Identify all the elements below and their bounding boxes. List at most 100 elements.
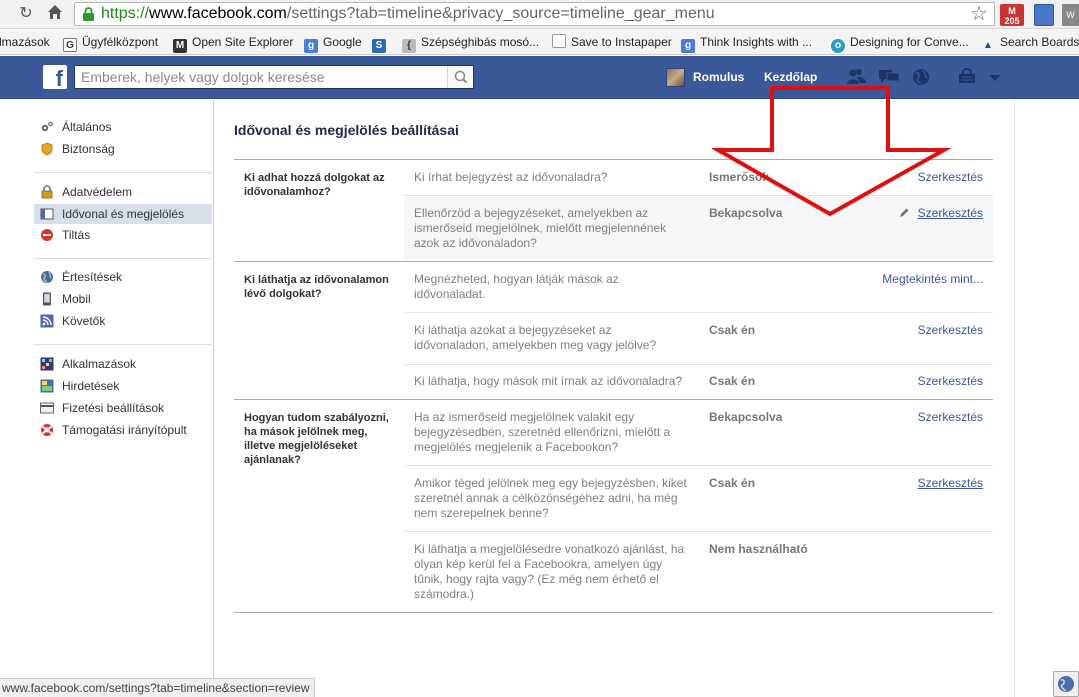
setting-question: Ki láthatja a megjelölésedre vonatkozó a… (414, 542, 685, 601)
lifebuoy-icon (41, 424, 53, 436)
divider (404, 465, 993, 466)
bookmark-star-icon[interactable]: ☆ (970, 1, 988, 26)
sidebar-item-followers[interactable]: Követők (34, 311, 212, 331)
ads-icon (40, 379, 54, 393)
edit-link[interactable]: Szerkesztés (918, 323, 983, 338)
home-icon[interactable] (45, 4, 65, 24)
view-as-link[interactable]: Megtekintés mint... (882, 272, 983, 287)
sidebar-item-label: Fizetési beállítások (62, 401, 165, 415)
sidebar-item-label: Általános (62, 120, 112, 134)
sidebar-item-label: Idővonal és megjelölés (62, 207, 185, 221)
sidebar-item-support-dashboard[interactable]: Támogatási irányítópult (34, 420, 212, 440)
edit-link[interactable]: Szerkesztés (918, 476, 983, 491)
sidebar-item-label: Támogatási irányítópult (62, 423, 187, 437)
search-input[interactable] (75, 66, 445, 88)
url-host: www.facebook.com (149, 5, 287, 22)
messages-icon[interactable] (878, 67, 900, 87)
address-bar[interactable]: https://www.facebook.com/settings?tab=ti… (74, 2, 995, 26)
divider (404, 195, 993, 196)
home-link[interactable]: Kezdőlap (764, 68, 817, 87)
url-path: /settings?tab=timeline&privacy_source=ti… (286, 5, 715, 22)
lock-icon (41, 185, 53, 199)
profile-link[interactable]: Romulus (693, 68, 744, 87)
setting-question: Ki láthatja, hogy mások mit írnak az idő… (414, 374, 683, 388)
edit-link[interactable]: Szerkesztés (918, 206, 983, 221)
setting-question: Ha az ismerőseid megjelölnek valakit egy… (414, 410, 671, 454)
bookmark-item[interactable]: lmazások (0, 33, 50, 51)
bookmark-favicon-icon: { (402, 39, 416, 53)
edit-link[interactable]: Szerkesztés (918, 374, 983, 389)
sidebar-item-apps[interactable]: Alkalmazások (34, 354, 212, 374)
bookmark-item[interactable]: {Szépséghibás mosó... (402, 33, 539, 53)
section-label: Hogyan tudom szabályozni, ha mások jelöl… (244, 412, 389, 466)
bookmarks-bar: lmazások G Ügyfélközpont M Open Site Explo… (0, 29, 1079, 55)
browser-toolbar: ↻ https://www.facebook.com/settings?tab=… (0, 0, 1079, 29)
divider (34, 172, 212, 173)
gears-icon (41, 121, 53, 132)
rss-icon (40, 314, 54, 328)
bookmark-item[interactable]: G Ügyfélközpont (63, 33, 158, 52)
sidebar-item-label: Biztonság (62, 142, 115, 156)
reload-icon[interactable]: ↻ (16, 4, 36, 24)
sidebar-item-blocking[interactable]: Tiltás (34, 225, 212, 245)
notifications-globe-icon[interactable] (910, 67, 932, 87)
extension-w-icon[interactable]: W (1062, 4, 1079, 26)
sidebar-item-label: Mobil (62, 292, 91, 306)
g-icon: G (63, 38, 77, 52)
friend-requests-icon[interactable] (845, 67, 867, 87)
edit-link[interactable]: Szerkesztés (918, 410, 983, 425)
page-icon (552, 34, 566, 48)
setting-value: Bekapcsolva (709, 206, 783, 220)
setting-value: Nem használható (709, 542, 808, 556)
chat-globe-icon[interactable] (1053, 671, 1079, 697)
setting-question: Megnézheted, hogyan látják mások az időv… (414, 272, 619, 301)
search-button[interactable] (447, 66, 473, 88)
gmail-count: 205 (1004, 16, 1020, 26)
divider (404, 531, 993, 532)
bookmark-item[interactable]: Save to Instapaper (552, 33, 672, 51)
divider (404, 312, 993, 313)
sidebar-item-general[interactable]: Általános (34, 117, 212, 137)
sidebar-item-ads[interactable]: Hirdetések (34, 376, 212, 396)
sidebar-item-notifications[interactable]: Értesítések (34, 267, 212, 287)
google-icon: g (681, 39, 695, 53)
avatar[interactable] (666, 68, 685, 87)
sidebar-item-security[interactable]: Biztonság (34, 139, 212, 159)
moz-icon: M (173, 39, 187, 53)
extension-blue-icon[interactable] (1034, 4, 1054, 26)
gmail-extension-icon[interactable]: M 205 (1000, 4, 1024, 26)
bookmark-item[interactable]: M Open Site Explorer (173, 33, 293, 53)
divider (234, 159, 993, 160)
mobile-phone-icon (43, 292, 51, 306)
status-bar: www.facebook.com/settings?tab=timeline&s… (0, 678, 315, 697)
bookmark-item[interactable]: o Designing for Conve... (831, 33, 969, 53)
privacy-shortcuts-icon[interactable] (957, 67, 979, 87)
edit-link[interactable]: Szerkesztés (918, 170, 983, 185)
bookmark-item[interactable]: g Think Insights with ... (681, 33, 812, 53)
sidebar-item-privacy[interactable]: Adatvédelem (34, 182, 212, 202)
setting-value: Ismerősök (709, 170, 770, 184)
bookmark-item[interactable]: g Google (304, 33, 362, 53)
setting-value: Csak én (709, 323, 756, 337)
sidebar-item-mobile[interactable]: Mobil (34, 289, 212, 309)
account-menu-chevron-down-icon[interactable] (984, 67, 1006, 87)
facebook-header: f Romulus Kezdőlap (0, 56, 1079, 99)
search-box (74, 65, 474, 89)
search-icon (454, 70, 468, 84)
credit-card-icon (40, 402, 54, 414)
facebook-logo-icon[interactable]: f (43, 65, 67, 89)
timeline-icon (40, 208, 54, 220)
divider (34, 258, 212, 259)
bookmark-item[interactable]: ▲ Search Boards f (981, 33, 1079, 51)
setting-value: Csak én (709, 374, 756, 388)
sidebar-item-payments[interactable]: Fizetési beállítások (34, 398, 212, 418)
bookmark-item[interactable]: S (372, 33, 391, 53)
sidebar-item-timeline-tagging[interactable]: Idővonal és megjelölés (34, 204, 212, 224)
setting-question: Ellenőrzöd a bejegyzéseket, amelyekben a… (414, 206, 667, 250)
sidebar-item-label: Tiltás (62, 228, 91, 242)
lock-icon (83, 7, 94, 21)
divider (34, 344, 212, 345)
badge-icon (41, 142, 53, 156)
divider (234, 399, 993, 400)
divider (234, 612, 993, 613)
